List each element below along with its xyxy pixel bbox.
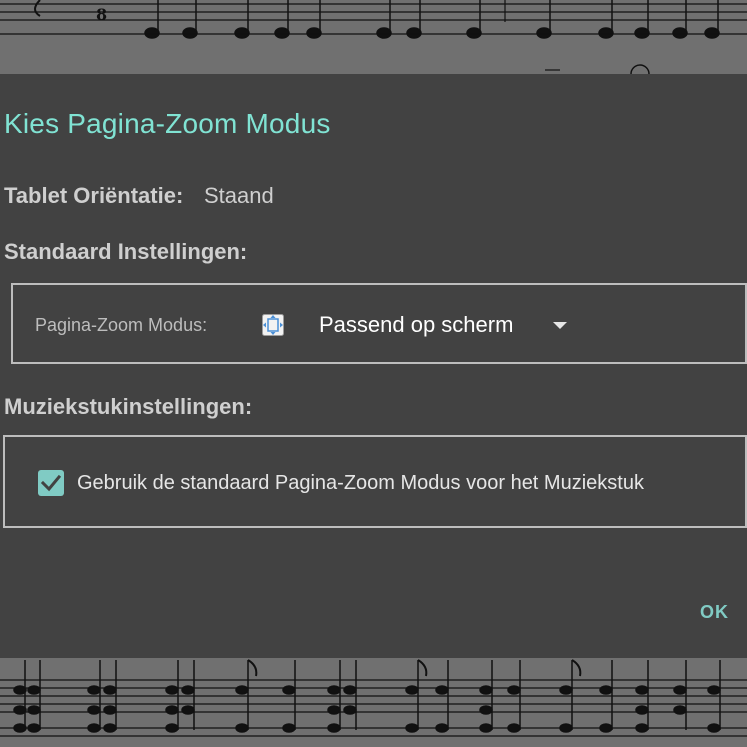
- piece-settings-panel: Gebruik de standaard Pagina-Zoom Modus v…: [3, 435, 747, 528]
- zoom-mode-dialog: Kies Pagina-Zoom Modus Tablet Oriëntatie…: [0, 74, 747, 658]
- zoom-mode-select[interactable]: Passend op scherm: [319, 312, 513, 338]
- sheet-music-background-top: 8: [0, 0, 747, 74]
- sheet-music-background-bottom: [0, 658, 747, 747]
- time-signature: 8: [96, 5, 107, 24]
- default-settings-label: Standaard Instellingen:: [4, 239, 248, 264]
- dialog-title: Kies Pagina-Zoom Modus: [4, 108, 331, 139]
- ok-button[interactable]: OK: [700, 602, 729, 623]
- checkmark-icon: [40, 474, 62, 492]
- use-default-checkbox-label[interactable]: Gebruik de standaard Pagina-Zoom Modus v…: [77, 472, 644, 495]
- orientation-value: Staand: [204, 183, 274, 208]
- use-default-checkbox[interactable]: [38, 470, 64, 496]
- default-settings-panel: Pagina-Zoom Modus: Passend op scherm: [11, 283, 747, 364]
- zoom-mode-label: Pagina-Zoom Modus:: [35, 315, 208, 335]
- chevron-down-icon[interactable]: [553, 322, 567, 329]
- orientation-label: Tablet Oriëntatie:: [4, 183, 184, 208]
- piece-settings-label: Muziekstukinstellingen:: [4, 394, 253, 419]
- fit-to-screen-icon: [261, 313, 285, 337]
